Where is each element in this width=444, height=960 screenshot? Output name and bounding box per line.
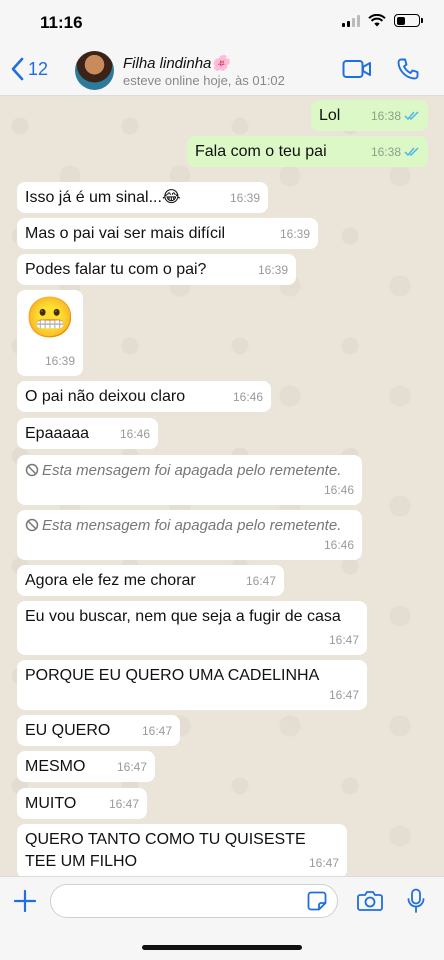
message-time: 16:47 <box>308 856 339 870</box>
message-time: 16:38 <box>370 145 401 159</box>
message-time: 16:46 <box>323 483 354 497</box>
message-meta: 16:38 <box>371 105 420 127</box>
message-meta: 16:38 <box>371 141 420 163</box>
contact-status: esteve online hoje, às 01:02 <box>123 73 285 88</box>
avatar[interactable] <box>75 51 114 90</box>
message-bubble-outgoing[interactable]: Fala com o teu pai 16:38 <box>187 136 428 167</box>
deleted-message-text: Esta mensagem foi apagada pelo remetente… <box>25 460 354 482</box>
contact-name[interactable]: Filha lindinha🌸 <box>123 54 230 72</box>
wifi-icon <box>368 14 386 27</box>
message-text: QUERO TANTO COMO TU QUISESTE TEE UM FILH… <box>25 831 306 870</box>
sticker-icon[interactable] <box>307 891 327 911</box>
status-bar: 11:16 <box>0 0 444 46</box>
message-text: Podes falar tu com o pai? <box>25 261 207 278</box>
home-indicator[interactable] <box>142 945 302 950</box>
chat-header: 12 Filha lindinha🌸 esteve online hoje, à… <box>0 46 444 96</box>
message-bubble-deleted[interactable]: Esta mensagem foi apagada pelo remetente… <box>17 510 362 560</box>
back-chevron-icon <box>11 57 24 81</box>
message-emoji: 😬 <box>25 296 75 340</box>
message-bubble-incoming[interactable]: O pai não deixou claro 16:46 <box>17 381 271 412</box>
message-bubble-incoming[interactable]: 😬 16:39 <box>17 290 83 376</box>
message-time: 16:47 <box>116 760 147 774</box>
message-time: 16:39 <box>257 263 288 277</box>
double-check-icon <box>404 111 419 121</box>
message-time: 16:47 <box>245 574 276 588</box>
message-bubble-incoming[interactable]: Isso já é um sinal...😂 16:39 <box>17 182 268 213</box>
status-icons <box>342 14 423 27</box>
double-check-icon <box>404 147 419 157</box>
message-time: 16:46 <box>119 427 150 441</box>
message-bubble-incoming[interactable]: Podes falar tu com o pai? 16:39 <box>17 254 296 285</box>
message-text: O pai não deixou claro <box>25 388 186 405</box>
message-bubble-incoming[interactable]: Eu vou buscar, nem que seja a fugir de c… <box>17 601 367 655</box>
messages-area[interactable]: Lol 16:38 Fala com o teu pai 16:38 Isso … <box>0 96 444 876</box>
message-bubble-incoming[interactable]: QUERO TANTO COMO TU QUISESTE TEE UM FILH… <box>17 824 347 876</box>
message-text: Mas o pai vai ser mais difícil <box>25 225 226 242</box>
deleted-message-label: Esta mensagem foi apagada pelo remetente… <box>42 462 342 479</box>
message-bubble-outgoing[interactable]: Lol 16:38 <box>311 100 428 131</box>
message-text: Eu vou buscar, nem que seja a fugir de c… <box>25 608 341 625</box>
message-bubble-incoming[interactable]: EU QUERO 16:47 <box>17 715 180 746</box>
message-time: 16:39 <box>229 191 260 205</box>
message-bubble-deleted[interactable]: Esta mensagem foi apagada pelo remetente… <box>17 455 362 505</box>
message-text: Agora ele fez me chorar <box>25 572 196 589</box>
message-time: 16:47 <box>328 633 359 647</box>
message-bubble-incoming[interactable]: Mas o pai vai ser mais difícil 16:39 <box>17 218 318 249</box>
message-text: Isso já é um sinal...😂 <box>25 189 181 206</box>
message-time: 16:47 <box>108 797 139 811</box>
phone-icon[interactable] <box>396 57 420 81</box>
message-bubble-incoming[interactable]: PORQUE EU QUERO UMA CADELINHA 16:47 <box>17 660 367 710</box>
message-text: PORQUE EU QUERO UMA CADELINHA <box>25 667 320 684</box>
camera-icon[interactable] <box>357 890 383 912</box>
back-button[interactable]: 12 <box>10 57 48 81</box>
message-time: 16:47 <box>141 724 172 738</box>
deleted-message-label: Esta mensagem foi apagada pelo remetente… <box>42 517 342 534</box>
message-time: 16:46 <box>323 538 354 552</box>
ban-icon <box>25 518 39 532</box>
status-time: 11:16 <box>40 13 83 32</box>
message-time: 16:39 <box>44 354 75 368</box>
message-time: 16:47 <box>328 688 359 702</box>
message-bubble-incoming[interactable]: Epaaaaa 16:46 <box>17 418 158 449</box>
video-call-icon[interactable] <box>342 58 372 80</box>
plus-icon[interactable] <box>13 889 37 913</box>
signal-icon <box>342 14 360 27</box>
battery-icon <box>394 14 423 27</box>
deleted-message-text: Esta mensagem foi apagada pelo remetente… <box>25 515 354 537</box>
message-bubble-incoming[interactable]: MUITO 16:47 <box>17 788 147 819</box>
message-bubble-incoming[interactable]: MESMO 16:47 <box>17 751 155 782</box>
message-time: 16:39 <box>279 227 310 241</box>
ban-icon <box>25 463 39 477</box>
unread-count: 12 <box>28 58 49 79</box>
message-input[interactable] <box>50 884 338 918</box>
microphone-icon[interactable] <box>406 888 426 914</box>
message-time: 16:46 <box>232 390 263 404</box>
message-bubble-incoming[interactable]: Agora ele fez me chorar 16:47 <box>17 565 284 596</box>
message-time: 16:38 <box>370 109 401 123</box>
